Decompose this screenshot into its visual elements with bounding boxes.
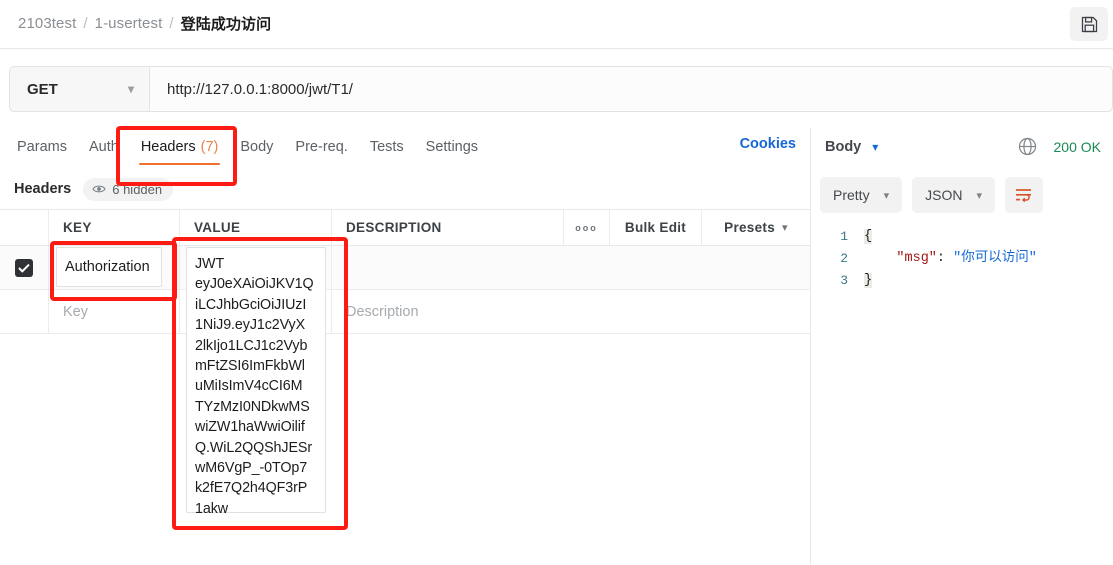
- headers-section-bar: Headers 6 hidden: [0, 172, 810, 206]
- breadcrumb-separator: /: [169, 15, 174, 32]
- chevron-down-icon[interactable]: ▾: [872, 140, 878, 154]
- url-input[interactable]: http://127.0.0.1:8000/jwt/T1/: [150, 67, 1112, 111]
- response-header: Body ▾ 200 OK: [811, 128, 1113, 166]
- status-badge: 200 OK: [1053, 139, 1101, 155]
- response-language-selector[interactable]: JSON ▾: [912, 177, 995, 213]
- method-label: GET: [27, 80, 58, 98]
- line-number: 3: [840, 273, 848, 288]
- line-number: 2: [840, 251, 848, 266]
- response-format-selector[interactable]: Pretty ▾: [820, 177, 903, 213]
- table-row-empty: Key Description: [0, 290, 810, 334]
- response-body-tab[interactable]: Body: [825, 139, 861, 155]
- save-button[interactable]: [1070, 7, 1108, 41]
- row-checkbox-cell[interactable]: [0, 246, 49, 289]
- presets-label: Presets: [724, 220, 776, 235]
- code-json-punct: :: [936, 251, 954, 266]
- row-checkbox-cell-empty[interactable]: [0, 290, 49, 333]
- breadcrumb-item-workspace[interactable]: 2103test: [18, 15, 76, 32]
- jwt-line: eyJ0eXAiOiJKV1Q: [195, 276, 314, 293]
- code-brace-open: {: [864, 229, 873, 244]
- response-body-code[interactable]: 1 { 2 "msg": "你可以访问" 3 }: [820, 226, 1110, 292]
- jwt-line: mFtZSI6ImFkbWl: [195, 358, 305, 375]
- hidden-headers-toggle[interactable]: 6 hidden: [83, 177, 174, 201]
- more-options-button[interactable]: ooo: [564, 210, 610, 245]
- table-header-row: KEY VALUE DESCRIPTION ooo Bulk Edit Pres…: [0, 209, 810, 246]
- network-globe[interactable]: [1018, 137, 1037, 161]
- format-label: Pretty: [833, 187, 870, 203]
- pane-divider[interactable]: [810, 128, 811, 565]
- eye-icon: [92, 185, 106, 193]
- window-edge-sliver: ⋮: [1109, 14, 1113, 34]
- presets-button[interactable]: Presets ▾: [702, 210, 810, 245]
- language-label: JSON: [925, 187, 963, 203]
- breadcrumb-item-collection[interactable]: 1-usertest: [95, 15, 163, 32]
- chevron-down-icon: ▾: [883, 189, 890, 202]
- jwt-line: JWT: [195, 256, 225, 272]
- chevron-down-icon: ▾: [127, 82, 134, 96]
- jwt-line: Q.WiL2QQShJESr: [195, 439, 312, 456]
- breadcrumb: 2103test / 1-usertest / 登陆成功访问: [18, 13, 271, 34]
- code-line: 1 {: [820, 226, 1110, 248]
- jwt-line: k2fE7Q2h4QF3rP: [195, 480, 308, 497]
- jwt-line: 1NiJ9.eyJ1c2VyX: [195, 317, 306, 334]
- code-line: 2 "msg": "你可以访问": [820, 248, 1110, 270]
- jwt-line: 2lkIjo1LCJ1c2Vyb: [195, 337, 308, 354]
- hidden-headers-label: 6 hidden: [112, 181, 163, 197]
- jwt-line: TYzMzI0NDkwMS: [195, 398, 310, 415]
- authorization-key-input[interactable]: Authorization: [56, 247, 162, 287]
- jwt-line: wM6VgP_-0TOp7: [195, 460, 308, 477]
- globe-icon: [1018, 137, 1037, 156]
- row-checkbox-checked[interactable]: [15, 258, 33, 277]
- column-header-value: VALUE: [180, 210, 332, 245]
- jwt-line: wiZW1haWwiOilif: [195, 419, 305, 436]
- row-description-cell[interactable]: [332, 246, 810, 289]
- authorization-key-text: Authorization: [65, 259, 150, 275]
- authorization-value-input[interactable]: JWT eyJ0eXAiOiJKV1Q iLCJhbGciOiJIUzI 1Ni…: [186, 247, 326, 517]
- code-line: 3 }: [820, 270, 1110, 292]
- jwt-line: 1akw: [195, 500, 228, 517]
- headers-section-title: Headers: [14, 181, 72, 197]
- response-toolbar: Pretty ▾ JSON ▾: [820, 177, 1043, 213]
- column-header-key: KEY: [49, 210, 180, 245]
- save-floppy-icon: [1081, 16, 1097, 32]
- word-wrap-button[interactable]: [1004, 177, 1043, 213]
- description-placeholder: Description: [346, 303, 419, 320]
- column-select-all[interactable]: [0, 210, 49, 245]
- row-description-input-empty[interactable]: Description: [332, 290, 810, 333]
- line-number: 1: [840, 229, 848, 244]
- bulk-edit-button[interactable]: Bulk Edit: [610, 210, 702, 245]
- api-client-window: 2103test / 1-usertest / 登陆成功访问 ⋮ GET ▾ h…: [0, 0, 1113, 565]
- check-icon: [18, 263, 30, 273]
- chevron-down-icon: ▾: [976, 189, 982, 202]
- word-wrap-icon: [1016, 189, 1032, 203]
- row-key-input-empty[interactable]: Key: [49, 290, 180, 333]
- url-bar: GET ▾ http://127.0.0.1:8000/jwt/T1/: [9, 66, 1113, 112]
- url-text: http://127.0.0.1:8000/jwt/T1/: [167, 80, 353, 98]
- cookies-link[interactable]: Cookies: [0, 136, 810, 152]
- top-bar: 2103test / 1-usertest / 登陆成功访问 ⋮: [0, 0, 1113, 49]
- breadcrumb-item-request[interactable]: 登陆成功访问: [181, 13, 272, 34]
- breadcrumb-separator: /: [83, 15, 88, 32]
- code-brace-close: }: [864, 273, 873, 288]
- code-json-key: "msg": [896, 251, 937, 266]
- jwt-line: uMiIsImV4cCI6M: [195, 378, 303, 395]
- jwt-line: iLCJhbGciOiJIUzI: [195, 296, 307, 313]
- method-selector[interactable]: GET ▾: [10, 67, 150, 111]
- chevron-down-icon: ▾: [782, 222, 788, 234]
- code-json-value: "你可以访问": [953, 251, 1037, 266]
- column-header-description: DESCRIPTION: [332, 210, 564, 245]
- key-placeholder: Key: [63, 303, 88, 320]
